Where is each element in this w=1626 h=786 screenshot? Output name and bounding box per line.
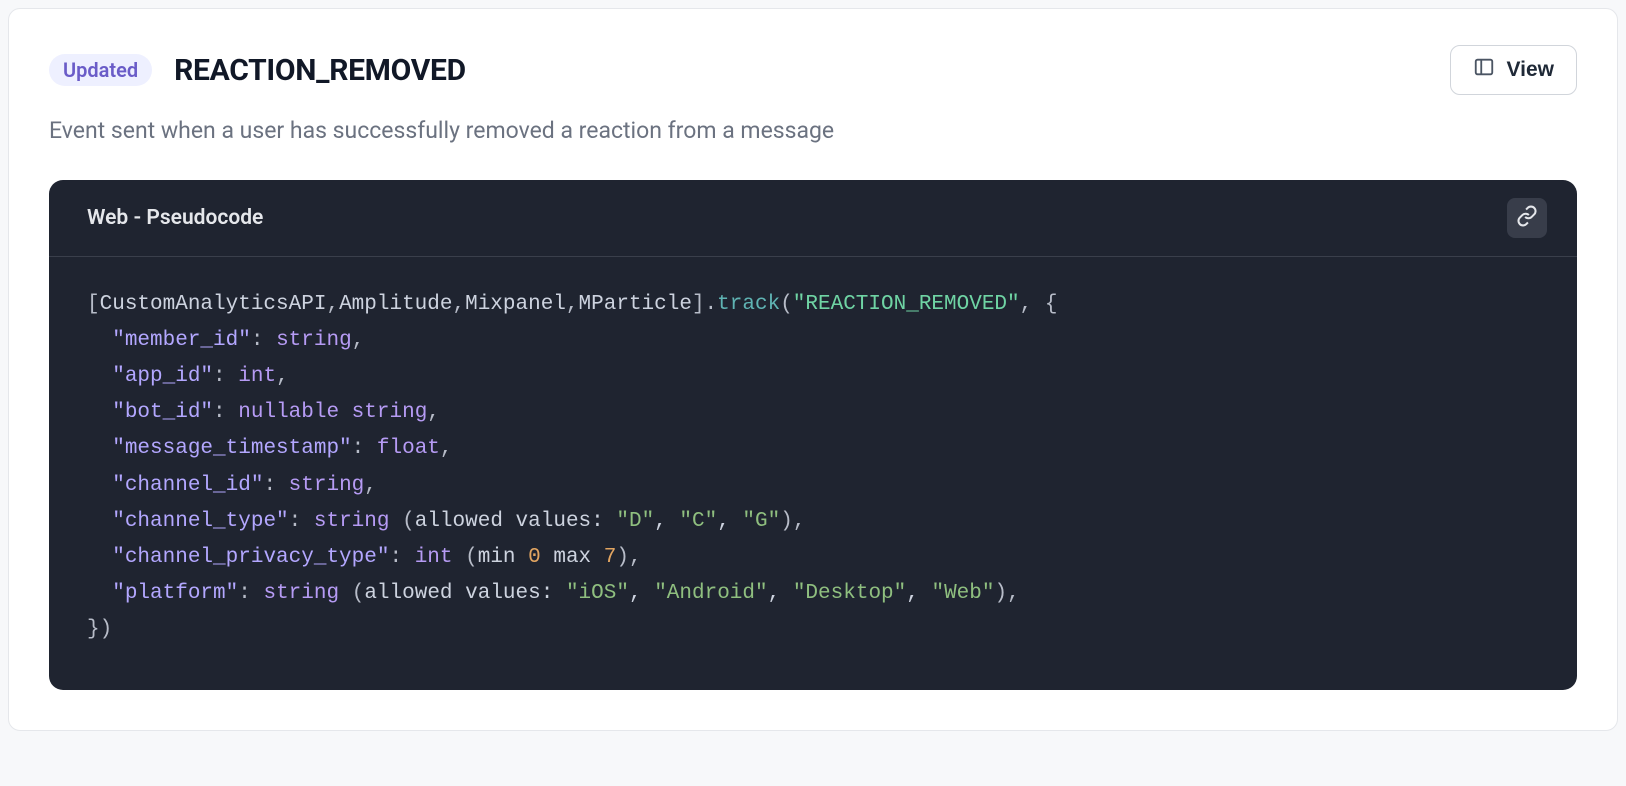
event-title: REACTION_REMOVED — [174, 53, 466, 88]
code-header: Web - Pseudocode — [49, 180, 1577, 257]
header-row: Updated REACTION_REMOVED View — [49, 45, 1577, 95]
status-badge: Updated — [49, 54, 152, 86]
code-header-title: Web - Pseudocode — [87, 206, 263, 230]
view-button[interactable]: View — [1450, 45, 1577, 95]
header-left: Updated REACTION_REMOVED — [49, 53, 466, 88]
view-button-label: View — [1507, 58, 1554, 82]
event-description: Event sent when a user has successfully … — [49, 117, 1577, 144]
code-panel: Web - Pseudocode [CustomAnalyticsAPI,Amp… — [49, 180, 1577, 690]
copy-link-button[interactable] — [1507, 198, 1547, 238]
link-icon — [1516, 205, 1538, 231]
code-body: [CustomAnalyticsAPI,Amplitude,Mixpanel,M… — [49, 257, 1577, 690]
event-card: Updated REACTION_REMOVED View Event sent… — [8, 8, 1618, 731]
panel-icon — [1473, 56, 1495, 84]
